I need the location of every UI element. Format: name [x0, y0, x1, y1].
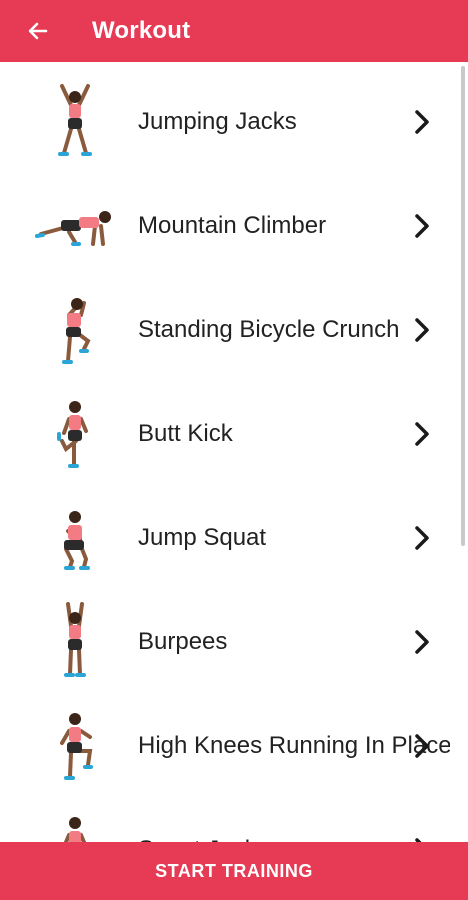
standing-bicycle-crunch-figure — [30, 290, 120, 370]
exercise-row[interactable]: Jumping Jacks — [0, 70, 458, 174]
exercise-row[interactable]: Jump Squat — [0, 486, 458, 590]
exercise-list[interactable]: Jumping Jacks Mountain Climber Standing … — [0, 62, 468, 842]
chevron-right-icon — [415, 318, 429, 342]
butt-kick-figure — [30, 394, 120, 474]
exercise-name: Jump Squat — [138, 524, 267, 551]
squat-jacks-figure — [30, 810, 120, 842]
app-bar: Workout — [0, 0, 468, 62]
chevron-right-icon — [415, 110, 429, 134]
high-knees-figure — [30, 706, 120, 786]
chevron-right-icon — [415, 630, 429, 654]
exercise-name: Squat Jacks — [138, 798, 450, 842]
mountain-climber-figure — [30, 186, 120, 266]
exercise-row[interactable]: Butt Kick — [0, 382, 458, 486]
burpees-figure — [30, 602, 120, 682]
exercise-row[interactable]: Mountain Climber — [0, 174, 458, 278]
chevron-right-icon — [415, 734, 429, 758]
exercise-row[interactable]: Standing Bicycle Crunch — [0, 278, 458, 382]
scrollbar[interactable] — [461, 66, 465, 546]
exercise-name: High Knees Running In Place — [138, 732, 450, 759]
back-button[interactable] — [18, 11, 58, 51]
exercise-name: Mountain Climber — [138, 212, 327, 239]
chevron-right-icon — [415, 422, 429, 446]
exercise-name: Butt Kick — [138, 420, 233, 447]
exercise-row[interactable]: Squat Jacks — [0, 798, 458, 842]
exercise-name: Standing Bicycle Crunch — [138, 316, 400, 343]
exercise-name: Jumping Jacks — [138, 108, 297, 135]
start-training-button[interactable]: START TRAINING — [0, 842, 468, 900]
page-title: Workout — [92, 17, 191, 44]
exercise-row[interactable]: Burpees — [0, 590, 458, 694]
jumping-jacks-figure — [30, 82, 120, 162]
exercise-row[interactable]: High Knees Running In Place — [0, 694, 458, 798]
jump-squat-figure — [30, 498, 120, 578]
chevron-right-icon — [415, 214, 429, 238]
chevron-right-icon — [415, 526, 429, 550]
arrow-left-icon — [28, 22, 48, 40]
exercise-name: Burpees — [138, 628, 228, 655]
